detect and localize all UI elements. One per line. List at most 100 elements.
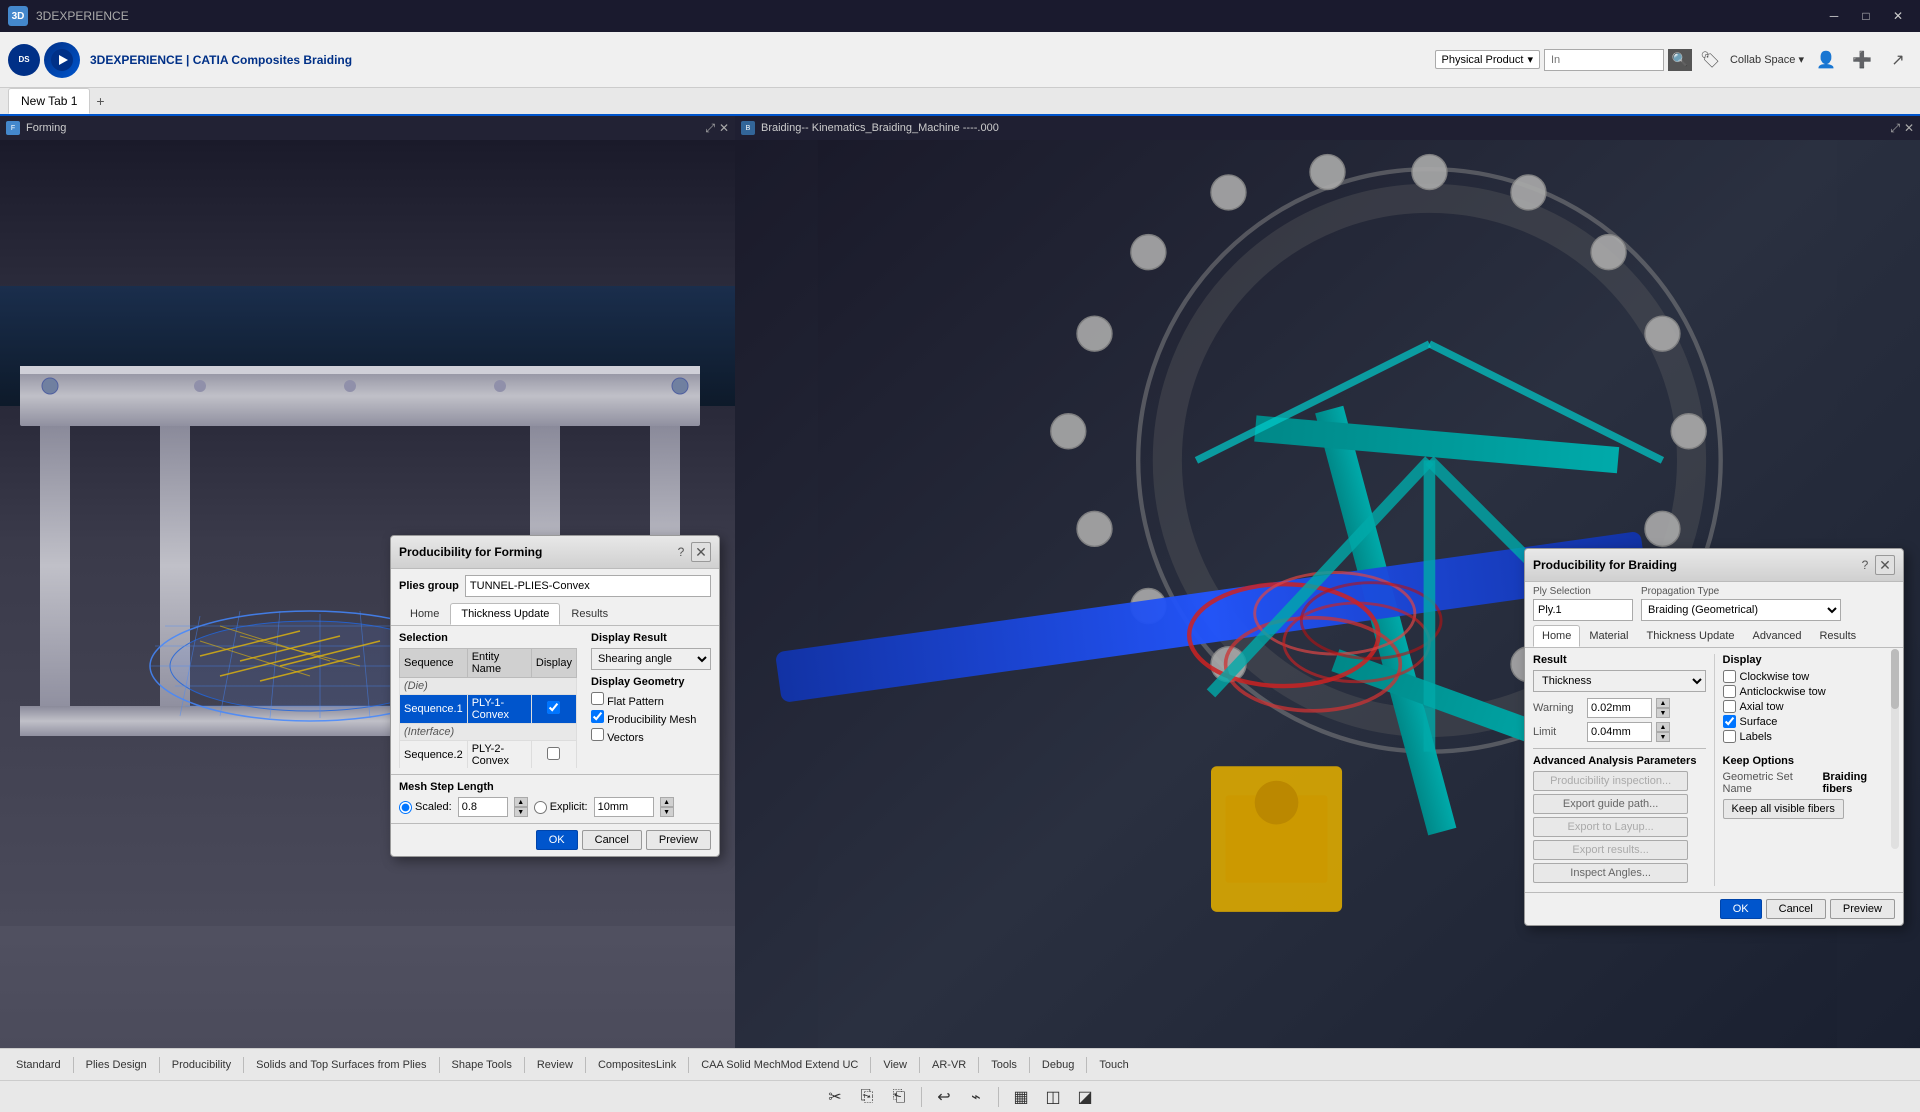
bottom-tab-debug[interactable]: Debug [1034,1057,1082,1073]
braiding-tab-material[interactable]: Material [1580,625,1637,647]
clockwise-tow-check[interactable] [1723,670,1736,683]
braiding-tab-thickness[interactable]: Thickness Update [1637,625,1743,647]
propagation-type-select[interactable]: Braiding (Geometrical) [1641,599,1841,621]
labels-row[interactable]: Labels [1723,730,1896,743]
warning-down[interactable]: ▼ [1656,708,1670,718]
scaled-radio-group[interactable]: Scaled: [399,801,452,814]
braiding-cancel-btn[interactable]: Cancel [1766,899,1826,919]
forming-cancel-btn[interactable]: Cancel [582,830,642,850]
bottom-tab-caa[interactable]: CAA Solid MechMod Extend UC [693,1057,866,1073]
axial-tow-check[interactable] [1723,700,1736,713]
add-icon[interactable]: ➕ [1848,46,1876,74]
paste-icon[interactable]: ⎗ [885,1083,913,1111]
bottom-tab-producibility[interactable]: Producibility [164,1057,239,1073]
explicit-radio[interactable] [534,801,547,814]
explicit-down[interactable]: ▼ [660,807,674,817]
vectors-row[interactable]: Vectors [591,728,711,744]
surface-row[interactable]: Surface [1723,715,1896,728]
scaled-up[interactable]: ▲ [514,797,528,807]
result-dropdown[interactable]: Thickness Coverage Angle [1533,670,1706,692]
braiding-ok-btn[interactable]: OK [1720,899,1762,919]
keep-all-fibers-btn[interactable]: Keep all visible fibers [1723,799,1844,819]
vectors-check[interactable] [591,728,604,741]
explicit-spinner[interactable]: ▲ ▼ [660,797,674,817]
selection-scroll[interactable]: Sequence Entity Name Display (Die) [399,648,577,768]
surface-check[interactable] [1723,715,1736,728]
warning-input[interactable] [1587,698,1652,718]
braiding-tab-results[interactable]: Results [1810,625,1865,647]
anticlockwise-tow-check[interactable] [1723,685,1736,698]
explicit-up[interactable]: ▲ [660,797,674,807]
inspect-angles-btn[interactable]: Inspect Angles... [1533,863,1688,883]
display-result-select[interactable]: Shearing angle Thickness Draping Fiber a… [591,648,711,670]
stack-icon[interactable]: ◪ [1071,1083,1099,1111]
forming-tab-home[interactable]: Home [399,603,450,625]
scaled-radio[interactable] [399,801,412,814]
add-tab-button[interactable]: + [90,91,110,111]
forming-close-btn[interactable]: ✕ [719,121,729,136]
cut-icon[interactable]: ✂ [821,1083,849,1111]
close-btn[interactable]: ✕ [1884,6,1912,26]
bottom-tab-composites-link[interactable]: CompositesLink [590,1057,684,1073]
forming-expand-btn[interactable]: ⤢ [705,121,715,136]
display-2[interactable] [531,741,576,769]
maximize-btn[interactable]: □ [1852,6,1880,26]
scaled-down[interactable]: ▼ [514,807,528,817]
prod-mesh-row[interactable]: Producibility Mesh [591,710,711,726]
warning-up[interactable]: ▲ [1656,698,1670,708]
limit-input[interactable] [1587,722,1652,742]
rotate-icon[interactable]: ⌁ [962,1083,990,1111]
search-button[interactable]: 🔍 [1668,49,1692,71]
clockwise-tow-row[interactable]: Clockwise tow [1723,670,1896,683]
prod-mesh-check[interactable] [591,710,604,723]
forming-help-btn[interactable]: ? [671,542,691,562]
braiding-scroll-thumb[interactable] [1891,649,1899,709]
table-row[interactable]: Sequence.2 PLY-2-Convex [400,741,577,769]
collab-space[interactable]: Collab Space ▾ [1730,53,1804,66]
bottom-tab-touch[interactable]: Touch [1091,1057,1136,1073]
search-type-dropdown[interactable]: Physical Product ▾ [1435,50,1540,69]
minimize-btn[interactable]: ─ [1820,6,1848,26]
explicit-radio-group[interactable]: Explicit: [534,801,588,814]
ply-selection-input[interactable] [1533,599,1633,621]
bottom-tab-ar-vr[interactable]: AR-VR [924,1057,974,1073]
display-1[interactable] [531,695,576,724]
forming-preview-btn[interactable]: Preview [646,830,711,850]
forming-ok-btn[interactable]: OK [536,830,578,850]
scaled-input[interactable] [458,797,508,817]
grid-icon[interactable]: ▦ [1007,1083,1035,1111]
share-icon[interactable]: ↗ [1884,46,1912,74]
braiding-close-btn[interactable]: ✕ [1904,121,1914,136]
export-guide-path-btn[interactable]: Export guide path... [1533,794,1688,814]
braiding-tab-home[interactable]: Home [1533,625,1580,647]
forming-tab-results[interactable]: Results [560,603,619,625]
braiding-preview-btn[interactable]: Preview [1830,899,1895,919]
limit-spinner[interactable]: ▲ ▼ [1656,722,1670,742]
user-icon[interactable]: 👤 [1812,46,1840,74]
labels-check[interactable] [1723,730,1736,743]
limit-down[interactable]: ▼ [1656,732,1670,742]
braiding-help-btn[interactable]: ? [1855,555,1875,575]
bottom-tab-view[interactable]: View [875,1057,915,1073]
braiding-close-btn[interactable]: ✕ [1875,555,1895,575]
braiding-scrollbar[interactable] [1891,649,1899,849]
explicit-input[interactable] [594,797,654,817]
bottom-tab-plies-design[interactable]: Plies Design [78,1057,155,1073]
axial-tow-row[interactable]: Axial tow [1723,700,1896,713]
braiding-tab-advanced[interactable]: Advanced [1744,625,1811,647]
scaled-spinner[interactable]: ▲ ▼ [514,797,528,817]
bottom-tab-shape-tools[interactable]: Shape Tools [444,1057,520,1073]
anticlockwise-tow-row[interactable]: Anticlockwise tow [1723,685,1896,698]
plies-group-input[interactable] [465,575,711,597]
forming-tab-thickness[interactable]: Thickness Update [450,603,560,625]
limit-up[interactable]: ▲ [1656,722,1670,732]
copy-icon[interactable]: ⎘ [853,1083,881,1111]
search-input[interactable] [1544,49,1664,71]
tag-button[interactable]: 🏷 [1696,46,1724,74]
main-tab-1[interactable]: New Tab 1 [8,88,90,114]
bottom-tab-tools[interactable]: Tools [983,1057,1025,1073]
braiding-expand-btn[interactable]: ⤢ [1890,121,1900,136]
flat-pattern-check[interactable] [591,692,604,705]
table-row[interactable]: Sequence.1 PLY-1-Convex [400,695,577,724]
undo-icon[interactable]: ↩ [930,1083,958,1111]
